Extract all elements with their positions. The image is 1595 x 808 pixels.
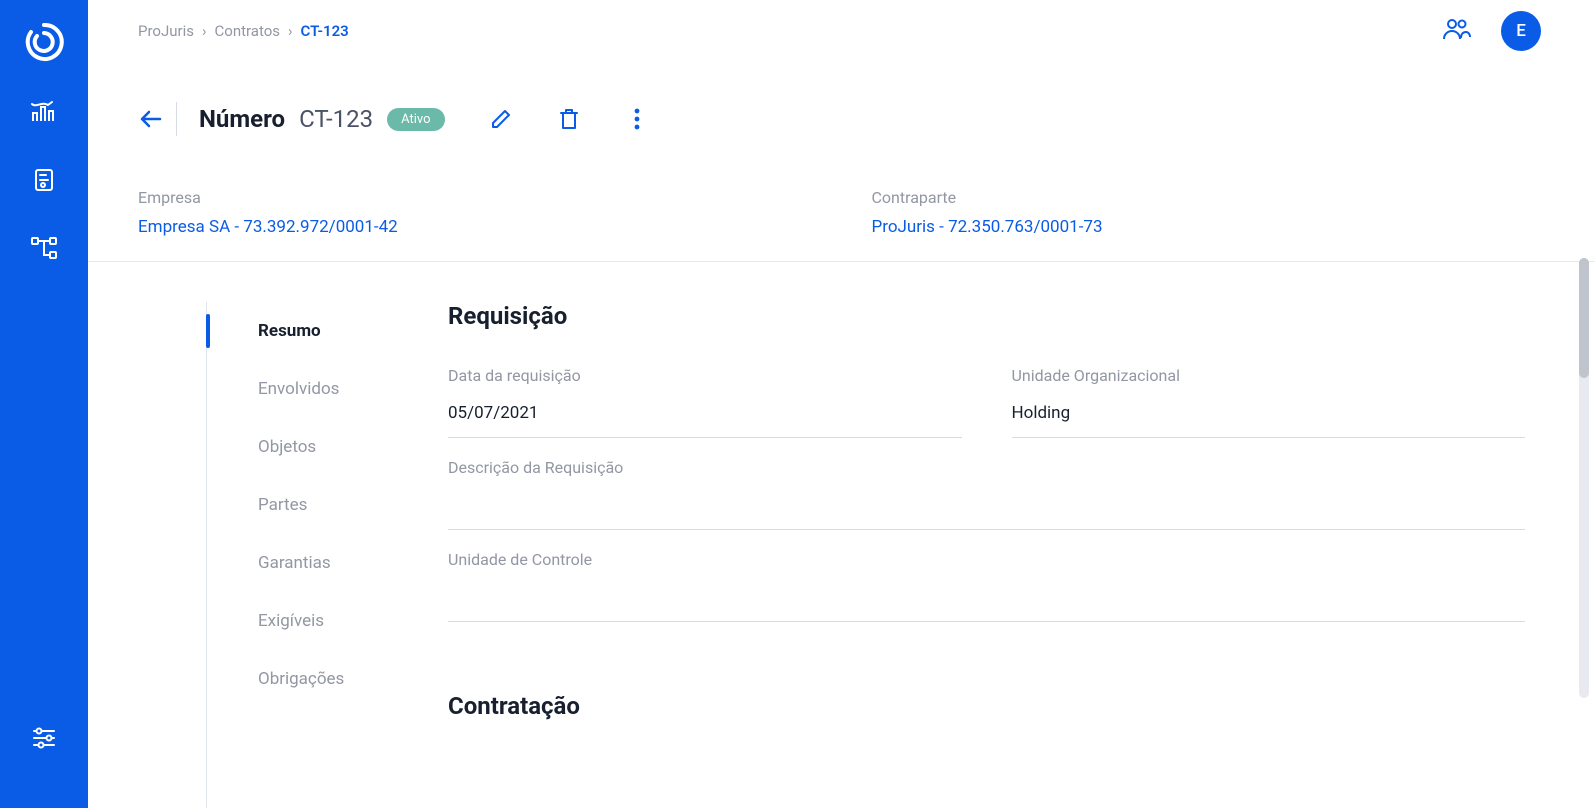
counterparty-label: Contraparte [872,188,1546,207]
nav-workflow-icon[interactable] [20,228,68,268]
trash-icon[interactable] [555,105,583,133]
field-value-unidade-org: Holding [1012,403,1526,438]
avatar[interactable]: E [1501,11,1541,51]
breadcrumb-current: CT-123 [301,22,349,40]
tab-objetos[interactable]: Objetos [88,418,448,476]
field-value-unidade-controle [448,587,1525,622]
more-vertical-icon[interactable] [623,105,651,133]
field-value-data-requisicao: 05/07/2021 [448,403,962,438]
field-label-unidade-controle: Unidade de Controle [448,550,1525,569]
field-label-data-requisicao: Data da requisição [448,366,962,385]
chevron-right-icon: › [288,22,293,40]
counterparty-link[interactable]: ProJuris - 72.350.763/0001-73 [872,217,1546,237]
tab-exigiveis[interactable]: Exigíveis [88,592,448,650]
field-value-descricao [448,495,1525,530]
tab-envolvidos[interactable]: Envolvidos [88,360,448,418]
back-arrow-icon[interactable] [138,102,177,136]
nav-settings-icon[interactable] [20,718,68,758]
nav-dashboard-icon[interactable] [20,92,68,132]
breadcrumb: ProJuris › Contratos › CT-123 [138,22,349,40]
company-link[interactable]: Empresa SA - 73.392.972/0001-42 [138,217,812,237]
app-logo[interactable] [20,18,68,66]
page-title-label: Número [199,105,285,133]
breadcrumb-root[interactable]: ProJuris [138,22,194,40]
page-title-value: CT-123 [299,105,373,133]
section-requisicao-title: Requisição [448,302,1525,330]
field-label-descricao: Descrição da Requisição [448,458,1525,477]
status-badge: Ativo [387,108,444,131]
chevron-right-icon: › [202,22,207,40]
edit-icon[interactable] [487,105,515,133]
nav-document-icon[interactable] [20,160,68,200]
company-label: Empresa [138,188,812,207]
scrollbar-thumb[interactable] [1579,258,1589,378]
people-icon[interactable] [1441,16,1473,46]
field-label-unidade-org: Unidade Organizacional [1012,366,1526,385]
tab-partes[interactable]: Partes [88,476,448,534]
breadcrumb-contracts[interactable]: Contratos [215,22,281,40]
section-contratacao-title: Contratação [448,692,1525,720]
tab-obrigacoes[interactable]: Obrigações [88,650,448,708]
tab-resumo[interactable]: Resumo [88,302,448,360]
tab-garantias[interactable]: Garantias [88,534,448,592]
